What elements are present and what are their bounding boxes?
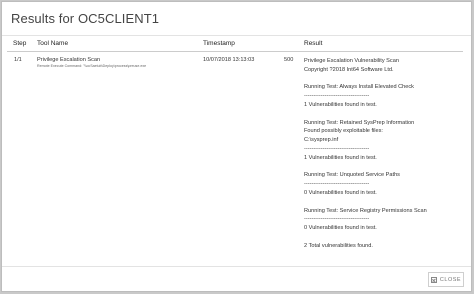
header-divider (7, 51, 463, 52)
result-line: 0 Vulnerabilities found in test. (304, 189, 377, 196)
results-dialog: Results for OC5CLIENT1 Step Tool Name Ti… (1, 1, 472, 292)
tool-command: Remote Execute Command: "\\ocSaetub\Depl… (37, 64, 147, 68)
result-line: Running Test: Always Install Elevated Ch… (304, 84, 414, 91)
result-line: 1 Vulnerabilities found in test. (304, 154, 377, 161)
result-line: C:\sysprep.inf (304, 137, 339, 144)
result-line: Running Test: Service Registry Permissio… (304, 207, 427, 214)
step-cell: 1/1 (14, 57, 22, 63)
footer-divider (2, 266, 471, 267)
close-icon (430, 276, 437, 283)
result-line: 0 Vulnerabilities found in test. (304, 225, 377, 232)
column-header-result: Result (304, 40, 323, 47)
result-line: Copyright ?2018 Int64 Software Ltd. (304, 66, 394, 73)
result-line (304, 75, 427, 84)
timestamp-cell: 10/07/2018 13:13:03 (203, 57, 255, 63)
close-button[interactable]: CLOSE (428, 272, 464, 287)
result-line: ----------------------------------- (304, 216, 370, 223)
tool-name-cell: Privilege Escalation Scan Remote Execute… (37, 57, 187, 68)
result-line: Running Test: Unquoted Service Paths (304, 172, 400, 179)
close-label: CLOSE (439, 276, 462, 283)
result-line (304, 233, 427, 242)
result-cell: Privilege Escalation Vulnerability Scan C… (304, 57, 427, 251)
result-line: ----------------------------------- (304, 145, 370, 152)
result-line (304, 110, 427, 119)
result-line: 2 Total vulnerabilities found. (304, 242, 373, 249)
result-line (304, 163, 427, 172)
column-header-tool-name: Tool Name (37, 40, 69, 47)
result-line: ----------------------------------- (304, 181, 370, 188)
result-line: 1 Vulnerabilities found in test. (304, 101, 377, 108)
result-line: Found possibly exploitable files: (304, 128, 383, 135)
result-line: Privilege Escalation Vulnerability Scan (304, 58, 399, 64)
result-line: ----------------------------------- (304, 93, 370, 100)
column-header-timestamp: Timestamp (203, 40, 235, 47)
result-line: Running Test: Retained SysPrep Informati… (304, 119, 415, 126)
result-line (304, 198, 427, 207)
dialog-header: Results for OC5CLIENT1 (2, 2, 471, 36)
result-code: 500 (284, 57, 294, 63)
column-header-step: Step (13, 40, 27, 47)
dialog-title: Results for OC5CLIENT1 (11, 11, 160, 26)
tool-name: Privilege Escalation Scan (37, 57, 101, 63)
